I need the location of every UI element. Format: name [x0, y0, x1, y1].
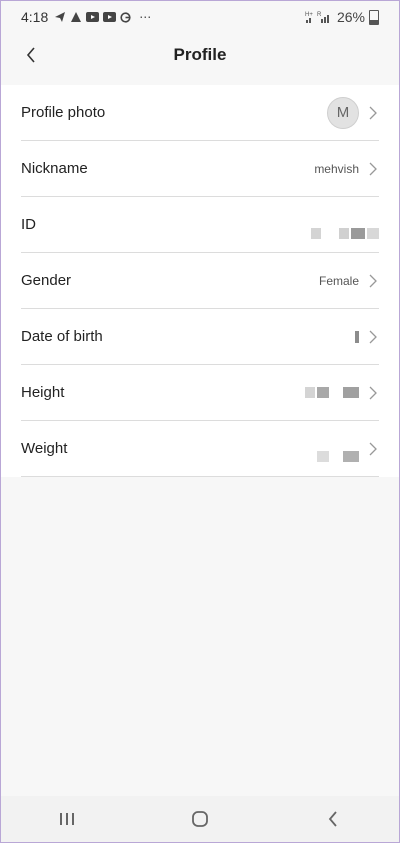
- youtube-icon: [86, 12, 100, 22]
- network-signal-icon: H+ R: [305, 12, 329, 23]
- avatar: M: [327, 96, 359, 129]
- row-label: Date of birth: [21, 328, 103, 345]
- chevron-right-icon: [369, 162, 377, 175]
- weight-row[interactable]: Weight: [21, 421, 379, 477]
- id-row: ID: [21, 197, 379, 253]
- height-row[interactable]: Height: [21, 365, 379, 421]
- redacted-weight-value: [317, 451, 359, 462]
- row-label: Profile photo: [21, 104, 106, 121]
- back-nav-button[interactable]: [313, 799, 353, 839]
- chevron-right-icon: [369, 442, 377, 455]
- battery-percent: 26%: [336, 9, 365, 25]
- chevron-left-icon: [26, 47, 35, 63]
- system-navigation-bar: [1, 796, 399, 842]
- page-title: Profile: [173, 45, 227, 64]
- back-icon: [328, 811, 337, 827]
- redacted-id-value: [311, 228, 379, 239]
- redacted-height-value: [305, 387, 359, 398]
- home-icon: [192, 811, 208, 827]
- chevron-right-icon: [369, 386, 377, 399]
- gender-value: Female: [318, 273, 359, 288]
- recent-apps-button[interactable]: [47, 799, 87, 839]
- recent-apps-icon: [60, 813, 75, 825]
- back-button[interactable]: [17, 41, 45, 69]
- svg-text:H+: H+: [305, 12, 313, 18]
- nickname-row[interactable]: Nickname mehvish: [21, 141, 379, 197]
- g-icon: [120, 11, 131, 23]
- profile-list: Profile photo M Nickname mehvish ID Gend…: [1, 85, 399, 477]
- svg-text:R: R: [317, 12, 322, 18]
- redacted-date-value: [355, 330, 359, 343]
- app-icon: [71, 12, 82, 22]
- gender-row[interactable]: Gender Female: [21, 253, 379, 309]
- battery-icon: [369, 9, 379, 25]
- date-of-birth-row[interactable]: Date of birth: [21, 309, 379, 365]
- youtube-icon: [103, 12, 117, 22]
- row-label: Weight: [21, 440, 68, 457]
- home-button[interactable]: [180, 799, 220, 839]
- chevron-right-icon: [369, 106, 377, 119]
- chevron-right-icon: [369, 274, 377, 287]
- status-time: 4:18: [21, 9, 49, 25]
- profile-photo-row[interactable]: Profile photo M: [21, 85, 379, 141]
- telegram-icon: [55, 12, 66, 22]
- row-label: ID: [21, 216, 36, 233]
- header: Profile: [1, 33, 399, 77]
- row-label: Nickname: [21, 160, 88, 177]
- row-label: Height: [21, 384, 65, 401]
- nickname-value: mehvish: [314, 161, 359, 176]
- more-notifications-icon: ⋯: [139, 10, 152, 24]
- row-label: Gender: [21, 272, 72, 289]
- status-bar: 4:18 ⋯ H+ R 26%: [1, 1, 399, 33]
- chevron-right-icon: [369, 330, 377, 343]
